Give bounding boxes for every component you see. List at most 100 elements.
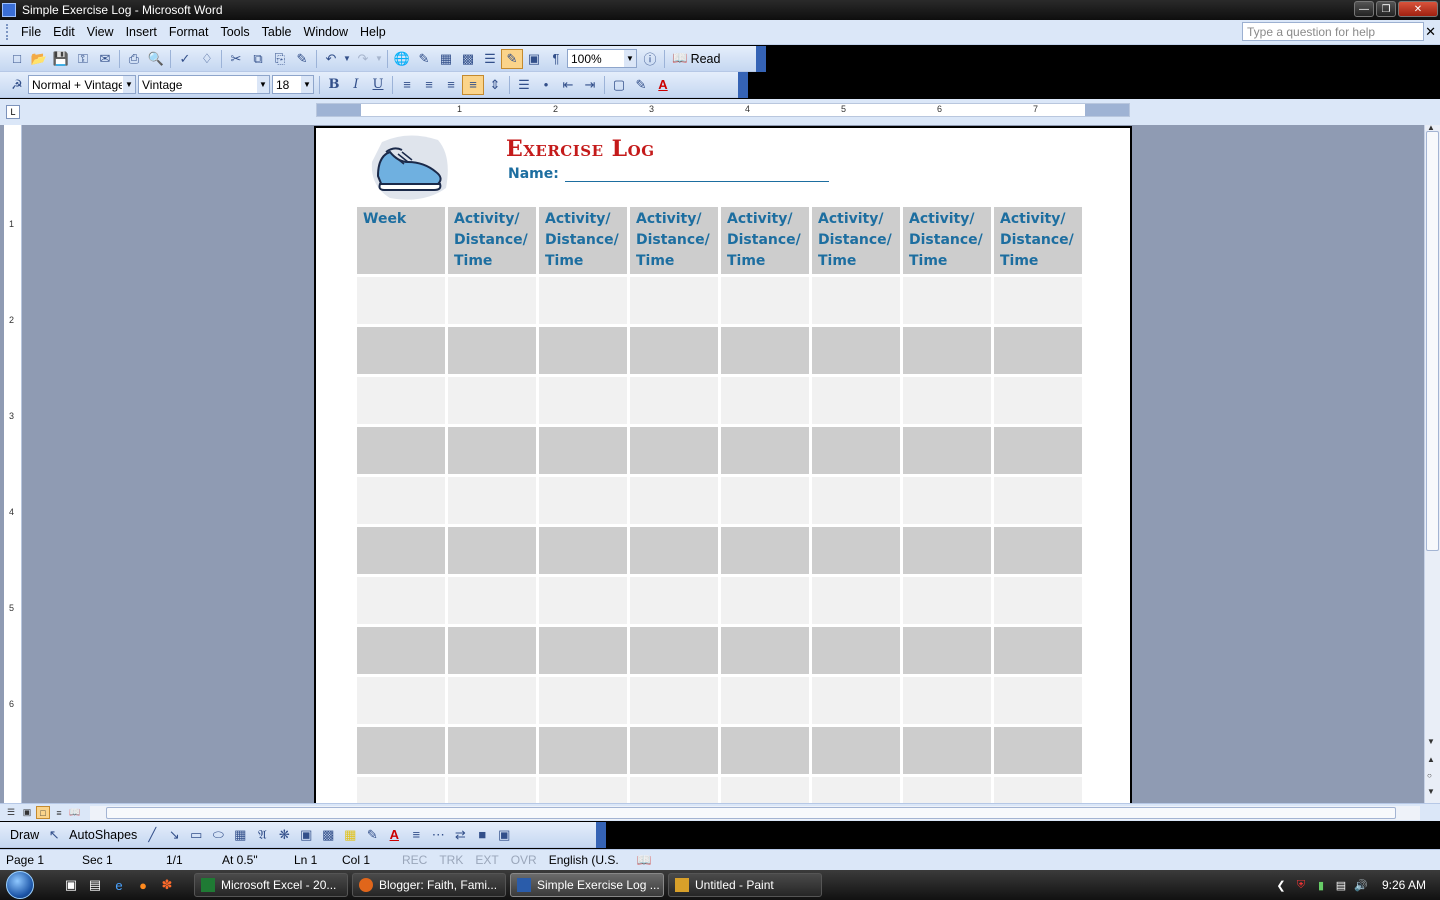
activity-cell[interactable] — [539, 527, 627, 574]
week-cell[interactable] — [357, 427, 445, 474]
close-document-icon[interactable]: ✕ — [1425, 24, 1436, 40]
menu-help[interactable]: Help — [354, 25, 392, 39]
activity-cell[interactable] — [448, 377, 536, 424]
align-left-icon[interactable]: ≡ — [396, 75, 418, 95]
header-activity[interactable]: Activity/ Distance/ Time — [903, 207, 991, 274]
week-cell[interactable] — [357, 527, 445, 574]
activity-cell[interactable] — [630, 577, 718, 624]
activity-cell[interactable] — [903, 577, 991, 624]
normal-view-icon[interactable]: ☰ — [4, 806, 18, 819]
font-color-icon[interactable]: A — [383, 825, 405, 845]
decrease-indent-icon[interactable]: ⇤ — [557, 75, 579, 95]
activity-cell[interactable] — [994, 327, 1082, 374]
bold-button[interactable]: B — [323, 75, 345, 95]
outline-view-icon[interactable]: ≡ — [52, 806, 66, 819]
activity-cell[interactable] — [448, 327, 536, 374]
activity-cell[interactable] — [721, 377, 809, 424]
activity-cell[interactable] — [994, 577, 1082, 624]
activity-cell[interactable] — [448, 277, 536, 324]
activity-cell[interactable] — [994, 727, 1082, 774]
activity-cell[interactable] — [539, 377, 627, 424]
activity-cell[interactable] — [903, 677, 991, 724]
show-hide-icon[interactable]: ¶ — [545, 49, 567, 69]
activity-cell[interactable] — [539, 577, 627, 624]
menu-table[interactable]: Table — [256, 25, 298, 39]
underline-button[interactable]: U — [367, 75, 389, 95]
activity-cell[interactable] — [539, 727, 627, 774]
web-layout-icon[interactable]: ▣ — [20, 806, 34, 819]
drawing-icon[interactable]: ✎ — [501, 48, 523, 69]
select-browse-object-icon[interactable]: ○ — [1427, 771, 1432, 780]
document-map-icon[interactable]: ▣ — [523, 49, 545, 69]
activity-cell[interactable] — [812, 677, 900, 724]
undo-dropdown-icon[interactable]: ▼ — [342, 49, 352, 69]
font-select[interactable]: Vintage ▼ — [138, 75, 270, 94]
activity-cell[interactable] — [448, 527, 536, 574]
status-rec[interactable]: REC — [396, 853, 433, 867]
week-cell[interactable] — [357, 377, 445, 424]
zoom-select[interactable]: 100% ▼ — [567, 49, 637, 68]
increase-indent-icon[interactable]: ⇥ — [579, 75, 601, 95]
undo-icon[interactable]: ↶ — [320, 49, 342, 69]
activity-cell[interactable] — [994, 277, 1082, 324]
taskbar-item-paint[interactable]: Untitled - Paint — [668, 873, 822, 897]
wordart-icon[interactable]: 𝔄 — [251, 825, 273, 845]
activity-cell[interactable] — [630, 727, 718, 774]
spelling-icon[interactable]: ✓ — [174, 49, 196, 69]
menu-window[interactable]: Window — [298, 25, 354, 39]
activity-cell[interactable] — [448, 727, 536, 774]
format-painter-icon[interactable]: ✎ — [291, 49, 313, 69]
fill-color-icon[interactable]: ▦ — [339, 825, 361, 845]
print-preview-icon[interactable]: 🔍 — [145, 49, 167, 69]
week-cell[interactable] — [357, 327, 445, 374]
menu-tools[interactable]: Tools — [214, 25, 255, 39]
start-button[interactable] — [0, 870, 40, 900]
line-spacing-icon[interactable]: ⇕ — [484, 75, 506, 95]
highlight-icon[interactable]: ✎ — [630, 75, 652, 95]
activity-cell[interactable] — [903, 777, 991, 803]
reading-layout-icon[interactable]: 📖 — [68, 806, 82, 819]
status-ext[interactable]: EXT — [469, 853, 504, 867]
select-objects-icon[interactable]: ↖ — [43, 825, 65, 845]
align-right-icon[interactable]: ≡ — [440, 75, 462, 95]
research-icon[interactable]: ♢ — [196, 49, 218, 69]
autoshapes-menu[interactable]: AutoShapes — [65, 828, 141, 842]
week-cell[interactable] — [357, 777, 445, 803]
activity-cell[interactable] — [539, 277, 627, 324]
week-cell[interactable] — [357, 627, 445, 674]
toolbar-options-icon[interactable] — [756, 45, 766, 72]
chevron-down-icon[interactable]: ▼ — [257, 76, 269, 93]
activity-cell[interactable] — [630, 777, 718, 803]
week-cell[interactable] — [357, 727, 445, 774]
activity-cell[interactable] — [721, 677, 809, 724]
header-activity[interactable]: Activity/ Distance/ Time — [721, 207, 809, 274]
activity-cell[interactable] — [812, 277, 900, 324]
document-page[interactable]: Exercise Log Name: Week Activity/ Distan… — [314, 126, 1132, 803]
battery-icon[interactable]: ▮ — [1314, 878, 1328, 892]
activity-cell[interactable] — [630, 677, 718, 724]
switch-windows-icon[interactable]: ▤ — [86, 876, 104, 894]
bullets-icon[interactable]: • — [535, 75, 557, 95]
activity-cell[interactable] — [812, 327, 900, 374]
internet-explorer-icon[interactable]: e — [110, 876, 128, 894]
header-activity[interactable]: Activity/ Distance/ Time — [630, 207, 718, 274]
justify-icon[interactable]: ≡ — [462, 74, 484, 95]
activity-cell[interactable] — [630, 627, 718, 674]
redo-icon[interactable]: ↷ — [352, 49, 374, 69]
menu-grip[interactable] — [6, 24, 9, 40]
email-icon[interactable]: ✉ — [94, 49, 116, 69]
menu-file[interactable]: File — [15, 25, 47, 39]
show-desktop-icon[interactable]: ▣ — [62, 876, 80, 894]
activity-cell[interactable] — [448, 427, 536, 474]
activity-cell[interactable] — [903, 277, 991, 324]
activity-cell[interactable] — [812, 377, 900, 424]
activity-cell[interactable] — [812, 427, 900, 474]
oval-icon[interactable]: ⬭ — [207, 825, 229, 845]
status-trk[interactable]: TRK — [433, 853, 469, 867]
open-icon[interactable]: 📂 — [28, 49, 50, 69]
paste-icon[interactable]: ⎘ — [269, 49, 291, 69]
clock[interactable]: 9:26 AM — [1382, 878, 1426, 892]
minimize-button[interactable]: — — [1354, 1, 1374, 17]
horizontal-scrollbar[interactable] — [90, 806, 1420, 820]
activity-cell[interactable] — [539, 427, 627, 474]
